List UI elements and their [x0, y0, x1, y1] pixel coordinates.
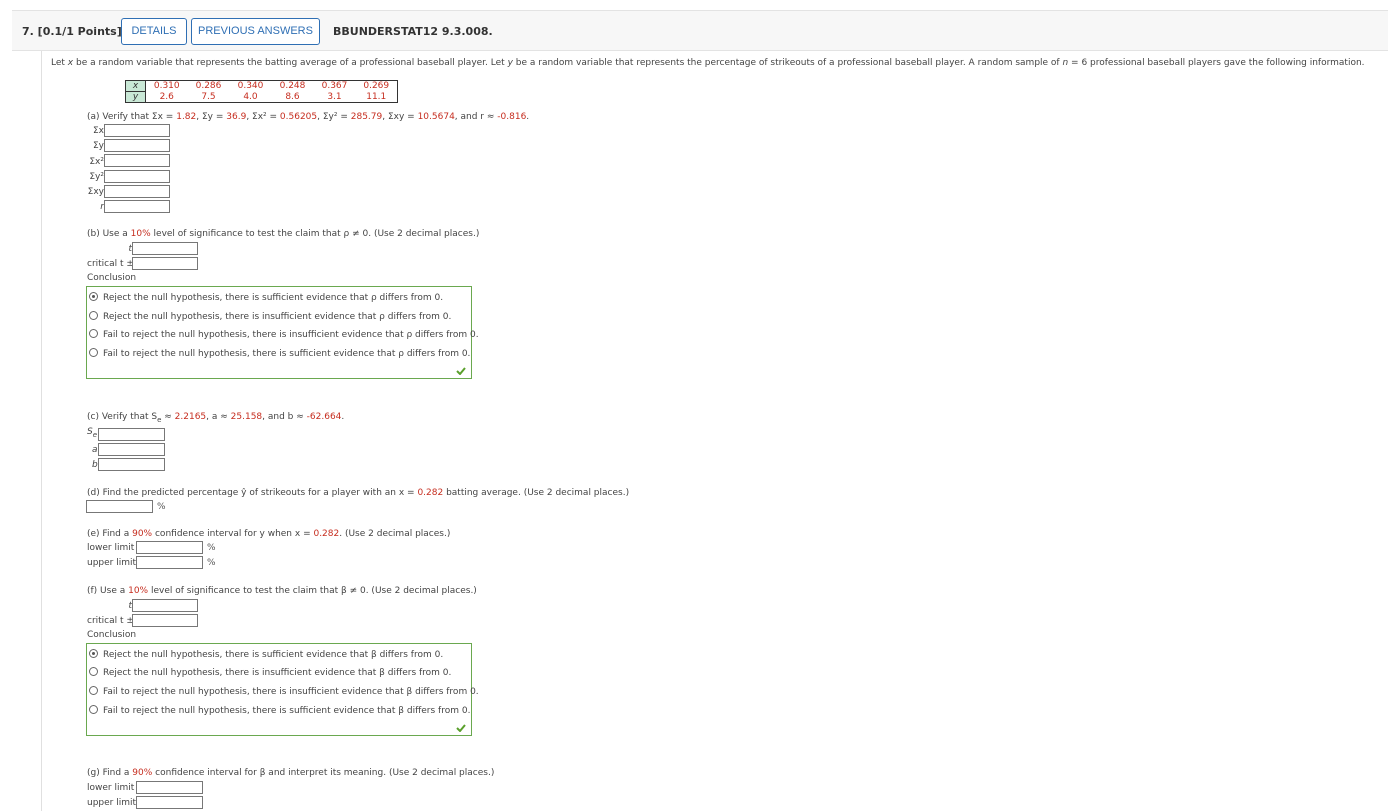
radio-selected-icon[interactable]: [89, 292, 98, 301]
r-input[interactable]: [104, 200, 170, 213]
table-cell: 0.248: [271, 80, 314, 92]
upper-limit-input[interactable]: [136, 556, 203, 569]
lower-limit-label: lower limit: [87, 543, 135, 553]
table-row-y: y 2.6 7.5 4.0 8.6 3.1 11.1: [125, 91, 398, 103]
sum-x-input[interactable]: [104, 124, 170, 137]
sum-xy-input[interactable]: [104, 185, 170, 198]
table-cell: 0.269: [355, 80, 398, 92]
sum-y2-label: Σy²: [89, 172, 104, 182]
sum-x-label: Σx: [92, 126, 104, 136]
t-label: t: [128, 244, 132, 254]
upper-limit-label: upper limit: [87, 798, 137, 808]
part-e-prompt: (e) Find a 90% confidence interval for y…: [87, 529, 451, 539]
table-row-x: x 0.310 0.286 0.340 0.248 0.367 0.269: [125, 80, 398, 92]
b-label: b: [92, 460, 98, 470]
part-f-prompt: (f) Use a 10% level of significance to t…: [87, 586, 477, 596]
lower-limit-label: lower limit: [87, 783, 135, 793]
percent-unit: %: [157, 502, 166, 512]
radio-option[interactable]: Fail to reject the null hypothesis, ther…: [89, 348, 470, 362]
radio-icon[interactable]: [89, 667, 98, 676]
se-label: Se: [87, 427, 98, 439]
table-cell: 4.0: [229, 91, 272, 103]
conclusion-label: Conclusion: [87, 273, 137, 283]
b-input[interactable]: [98, 458, 165, 471]
radio-icon[interactable]: [89, 348, 98, 357]
table-cell: 8.6: [271, 91, 314, 103]
upper-limit-label: upper limit: [87, 558, 137, 568]
table-cell: 0.286: [187, 80, 230, 92]
sum-x2-input[interactable]: [104, 154, 170, 167]
sum-y-input[interactable]: [104, 139, 170, 152]
intro-text: Let x be a random variable that represen…: [51, 58, 1365, 68]
table-cell: 7.5: [187, 91, 230, 103]
part-b-prompt: (b) Use a 10% level of significance to t…: [87, 229, 480, 239]
table-cell: 3.1: [313, 91, 356, 103]
radio-icon[interactable]: [89, 329, 98, 338]
part-d-prompt: (d) Find the predicted percentage ŷ of s…: [87, 488, 630, 498]
table-cell: 2.6: [145, 91, 188, 103]
radio-option[interactable]: Fail to reject the null hypothesis, ther…: [89, 705, 470, 719]
correct-check-icon: [456, 367, 466, 375]
critical-t-input-f[interactable]: [132, 614, 198, 627]
r-label: r: [100, 202, 104, 212]
sum-x2-label: Σx²: [89, 157, 104, 167]
radio-selected-icon[interactable]: [89, 649, 98, 658]
part-c-prompt: (c) Verify that Se ≈ 2.2165, a ≈ 25.158,…: [87, 412, 345, 424]
se-input[interactable]: [98, 428, 165, 441]
table-header-x: x: [125, 80, 146, 92]
radio-option[interactable]: Reject the null hypothesis, there is suf…: [89, 292, 443, 306]
radio-icon[interactable]: [89, 705, 98, 714]
question-code: BBUNDERSTAT12 9.3.008.: [333, 25, 493, 38]
a-label: a: [92, 445, 98, 455]
radio-option[interactable]: Fail to reject the null hypothesis, ther…: [89, 329, 479, 343]
critical-t-input[interactable]: [132, 257, 198, 270]
radio-option[interactable]: Fail to reject the null hypothesis, ther…: [89, 686, 479, 700]
critical-t-label: critical t ±: [87, 259, 134, 269]
table-cell: 0.310: [145, 80, 188, 92]
critical-t-label: critical t ±: [87, 616, 134, 626]
table-header-y: y: [125, 91, 146, 103]
conclusion-options-b: Reject the null hypothesis, there is suf…: [86, 286, 479, 379]
t-label: t: [128, 601, 132, 611]
details-button[interactable]: DETAILS: [121, 18, 187, 45]
correct-check-icon: [456, 724, 466, 732]
table-cell: 11.1: [355, 91, 398, 103]
lower-limit-input[interactable]: [136, 541, 203, 554]
a-input[interactable]: [98, 443, 165, 456]
table-cell: 0.340: [229, 80, 272, 92]
percent-unit: %: [207, 543, 216, 553]
beta-upper-limit-input[interactable]: [136, 796, 203, 809]
part-g-prompt: (g) Find a 90% confidence interval for β…: [87, 768, 495, 778]
percent-unit: %: [207, 558, 216, 568]
t-input[interactable]: [132, 242, 198, 255]
conclusion-options-f: Reject the null hypothesis, there is suf…: [86, 643, 479, 736]
question-number: 7. [0.1/1 Points]: [22, 25, 122, 38]
t-input-f[interactable]: [132, 599, 198, 612]
table-cell: 0.367: [313, 80, 356, 92]
sum-y-label: Σy: [92, 141, 104, 151]
radio-icon[interactable]: [89, 311, 98, 320]
radio-option[interactable]: Reject the null hypothesis, there is suf…: [89, 649, 443, 663]
radio-option[interactable]: Reject the null hypothesis, there is ins…: [89, 667, 451, 681]
radio-option[interactable]: Reject the null hypothesis, there is ins…: [89, 311, 451, 325]
sum-xy-label: Σxy: [87, 187, 104, 197]
conclusion-label: Conclusion: [87, 630, 137, 640]
data-table: x 0.310 0.286 0.340 0.248 0.367 0.269 y …: [125, 80, 398, 103]
radio-icon[interactable]: [89, 686, 98, 695]
sum-y2-input[interactable]: [104, 170, 170, 183]
predicted-y-input[interactable]: [86, 500, 153, 513]
part-a-prompt: (a) Verify that Σx = 1.82, Σy = 36.9, Σx…: [87, 112, 530, 122]
beta-lower-limit-input[interactable]: [136, 781, 203, 794]
question-header: 7. [0.1/1 Points] DETAILS PREVIOUS ANSWE…: [12, 10, 1388, 51]
content-divider: [41, 51, 42, 811]
previous-answers-button[interactable]: PREVIOUS ANSWERS: [191, 18, 320, 45]
